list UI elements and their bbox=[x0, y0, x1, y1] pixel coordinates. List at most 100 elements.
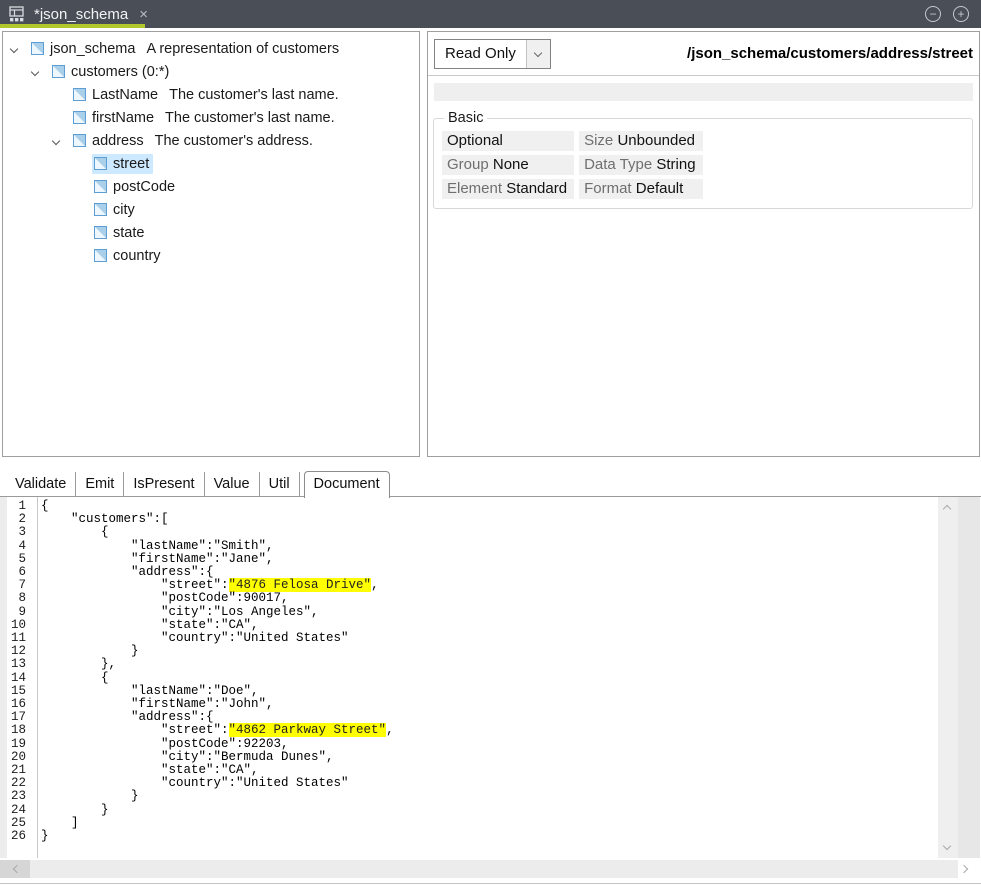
tree-item-label: postCode bbox=[113, 179, 175, 195]
code-line: 13 }, bbox=[0, 658, 981, 671]
tree-item-description: A representation of customers bbox=[146, 41, 339, 57]
horizontal-scroll-track[interactable] bbox=[30, 860, 958, 878]
tree-item-label: street bbox=[113, 156, 149, 172]
properties-panel: Read Only /json_schema/customers/address… bbox=[427, 31, 980, 457]
line-number: 13 bbox=[0, 658, 33, 671]
tree-item-body[interactable]: state bbox=[92, 223, 148, 243]
tree-item-body[interactable]: city bbox=[92, 200, 139, 220]
property-chip: Size Unbounded bbox=[579, 131, 702, 151]
line-number: 14 bbox=[0, 672, 33, 685]
chevron-down-icon[interactable] bbox=[9, 46, 29, 52]
line-number: 1 bbox=[0, 500, 33, 513]
element-icon bbox=[31, 42, 44, 55]
tree-item-body[interactable]: postCode bbox=[92, 177, 179, 197]
tree-item-body[interactable]: firstName bbox=[71, 108, 158, 128]
element-icon bbox=[73, 111, 86, 124]
code-text: } bbox=[33, 830, 49, 843]
code-text: } bbox=[33, 804, 109, 817]
tab-ispresent[interactable]: IsPresent bbox=[124, 472, 204, 497]
tab-value[interactable]: Value bbox=[205, 472, 260, 497]
code-text: { bbox=[33, 672, 109, 685]
code-line: 25 ] bbox=[0, 817, 981, 830]
mode-dropdown-value: Read Only bbox=[435, 40, 526, 68]
horizontal-scrollbar[interactable] bbox=[0, 860, 981, 878]
bottom-tab-bar: ValidateEmitIsPresentValueUtilDocument bbox=[0, 469, 981, 497]
code-line: 2 "customers":[ bbox=[0, 513, 981, 526]
tree-item-label: LastName bbox=[92, 87, 158, 103]
line-number: 24 bbox=[0, 804, 33, 817]
overview-ruler bbox=[958, 497, 980, 858]
tree-item[interactable]: address The customer's address. bbox=[3, 129, 419, 152]
tree-item[interactable]: postCode bbox=[3, 175, 419, 198]
tree-item[interactable]: LastName The customer's last name. bbox=[3, 83, 419, 106]
tab-document[interactable]: Document bbox=[304, 471, 390, 498]
chevron-down-icon[interactable] bbox=[30, 69, 50, 75]
properties-toolbar bbox=[434, 83, 973, 101]
tree-item-description: The customer's address. bbox=[155, 133, 313, 149]
scroll-up-icon[interactable] bbox=[943, 505, 951, 513]
tree-item-label: city bbox=[113, 202, 135, 218]
property-label: Element bbox=[447, 180, 506, 197]
scroll-down-icon[interactable] bbox=[943, 842, 951, 850]
code-line: 23 } bbox=[0, 790, 981, 803]
property-label: Format bbox=[584, 180, 636, 197]
line-number: 2 bbox=[0, 513, 33, 526]
tree-item-description: The customer's last name. bbox=[169, 87, 339, 103]
tree-item-label: json_schema bbox=[50, 41, 135, 57]
code-editor[interactable]: 1{2 "customers":[3 {4 "lastName":"Smith"… bbox=[0, 497, 981, 858]
tree-item-selected[interactable]: street bbox=[92, 154, 153, 174]
line-number: 19 bbox=[0, 738, 33, 751]
code-text: "postCode":92203, bbox=[33, 738, 289, 751]
tree-item-body[interactable]: LastName bbox=[71, 85, 162, 105]
document-tab-json-schema[interactable]: *json_schema × bbox=[0, 0, 145, 28]
chevron-down-icon[interactable] bbox=[526, 40, 550, 68]
highlighted-value: "4876 Felosa Drive" bbox=[229, 578, 372, 592]
tab-validate[interactable]: Validate bbox=[6, 472, 76, 497]
gutter-separator bbox=[37, 497, 38, 858]
tree-item[interactable]: json_schema A representation of customers bbox=[3, 37, 419, 60]
tree-item-description: The customer's last name. bbox=[165, 110, 335, 126]
chevron-down-icon[interactable] bbox=[51, 138, 71, 144]
basic-section-legend: Basic bbox=[444, 110, 487, 126]
code-text: } bbox=[33, 790, 139, 803]
tree-item-label: state bbox=[113, 225, 144, 241]
code-line: 4 "lastName":"Smith", bbox=[0, 540, 981, 553]
line-number: 7 bbox=[0, 579, 33, 592]
code-line: 12 } bbox=[0, 645, 981, 658]
tree-item[interactable]: city bbox=[3, 198, 419, 221]
tab-util[interactable]: Util bbox=[260, 472, 300, 497]
property-label: Size bbox=[584, 132, 617, 149]
property-chip: Group None bbox=[442, 155, 574, 175]
tree-item-label: firstName bbox=[92, 110, 154, 126]
tree-item[interactable]: firstName The customer's last name. bbox=[3, 106, 419, 129]
code-line: 26} bbox=[0, 830, 981, 843]
tree-item-body[interactable]: json_schema bbox=[29, 39, 139, 59]
mode-dropdown[interactable]: Read Only bbox=[434, 39, 551, 69]
schema-tree: json_schema A representation of customers… bbox=[3, 32, 419, 267]
line-number: 4 bbox=[0, 540, 33, 553]
tree-item-label: address bbox=[92, 133, 144, 149]
tree-item-body[interactable]: country bbox=[92, 246, 165, 266]
schema-tree-panel: json_schema A representation of customers… bbox=[2, 31, 420, 457]
zoom-in-button[interactable]: + bbox=[953, 6, 969, 22]
application-window: *json_schema × − + json_schema A represen… bbox=[0, 0, 981, 886]
properties-header: Read Only /json_schema/customers/address… bbox=[428, 32, 979, 76]
tree-item-body[interactable]: address bbox=[71, 131, 148, 151]
line-number: 3 bbox=[0, 526, 33, 539]
highlighted-value: "4862 Parkway Street" bbox=[229, 723, 387, 737]
code-text: ] bbox=[33, 817, 79, 830]
code-text: { bbox=[33, 526, 109, 539]
tree-item[interactable]: country bbox=[3, 244, 419, 267]
element-icon bbox=[52, 65, 65, 78]
tab-emit[interactable]: Emit bbox=[76, 472, 124, 497]
property-chip: Optional bbox=[442, 131, 574, 151]
close-icon[interactable]: × bbox=[136, 6, 151, 23]
tree-item-body[interactable]: customers (0:*) bbox=[50, 62, 173, 82]
scroll-right-icon[interactable] bbox=[960, 865, 968, 873]
zoom-out-button[interactable]: − bbox=[925, 6, 941, 22]
vertical-scrollbar[interactable] bbox=[938, 497, 958, 858]
tree-item[interactable]: state bbox=[3, 221, 419, 244]
tree-item[interactable]: street bbox=[3, 152, 419, 175]
element-icon bbox=[94, 226, 107, 239]
tree-item[interactable]: customers (0:*) bbox=[3, 60, 419, 83]
